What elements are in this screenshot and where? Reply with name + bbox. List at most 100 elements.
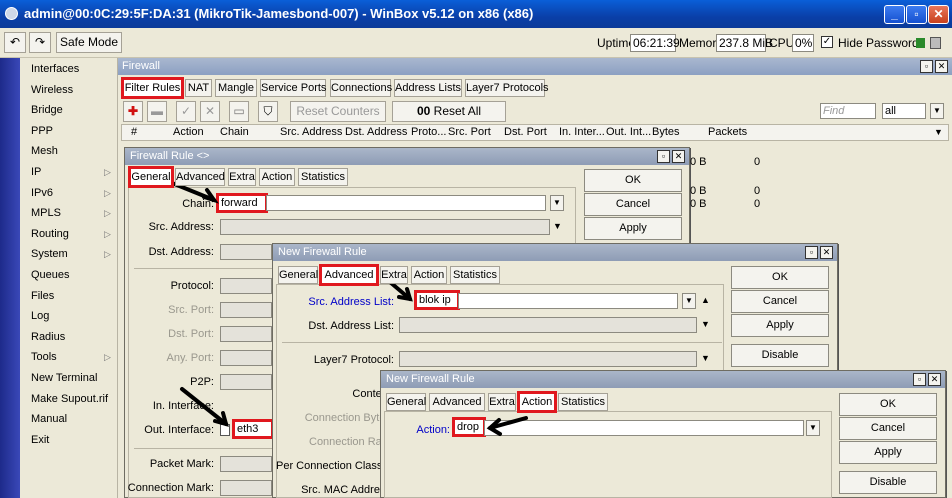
enable-rule-icon[interactable]: ✓ bbox=[176, 101, 196, 122]
dialog1-ok-button[interactable]: OK bbox=[584, 169, 682, 192]
sidebar-item-log[interactable]: Log bbox=[31, 310, 49, 322]
sidebar-item-ppp[interactable]: PPP bbox=[31, 125, 53, 137]
dialog1-maximize-button[interactable]: ▫ bbox=[657, 150, 670, 163]
dst-address-list-field[interactable] bbox=[399, 317, 697, 333]
sidebar-item-make-supout-rif[interactable]: Make Supout.rif bbox=[31, 393, 108, 405]
dst-address-field[interactable] bbox=[220, 244, 272, 260]
sidebar-item-routing[interactable]: Routing bbox=[31, 228, 69, 240]
dialog1-tab-extra[interactable]: Extra bbox=[228, 168, 256, 186]
sidebar-item-tools[interactable]: Tools bbox=[31, 351, 57, 363]
dialog1-apply-button[interactable]: Apply bbox=[584, 217, 682, 240]
dialog2-apply-button[interactable]: Apply bbox=[731, 314, 829, 337]
dialog2-disable-button[interactable]: Disable bbox=[731, 344, 829, 367]
firewall-close-button[interactable]: ✕ bbox=[935, 60, 948, 73]
chain-dropdown-icon[interactable]: ▼ bbox=[550, 195, 564, 211]
out-interface-invert-checkbox[interactable] bbox=[220, 424, 230, 436]
disable-rule-icon[interactable]: ✕ bbox=[200, 101, 220, 122]
dialog1-tab-general[interactable]: General bbox=[128, 166, 174, 188]
hide-passwords-checkbox[interactable]: ✓ bbox=[821, 36, 833, 48]
sidebar-item-bridge[interactable]: Bridge bbox=[31, 104, 63, 116]
src-port-field[interactable] bbox=[220, 302, 272, 318]
dialog2-tab-general[interactable]: General bbox=[278, 266, 318, 284]
dialog2-close-button[interactable]: ✕ bbox=[820, 246, 833, 259]
sidebar-item-mpls[interactable]: MPLS bbox=[31, 207, 61, 219]
tab-service-ports[interactable]: Service Ports bbox=[260, 79, 326, 97]
src-address-list-dropdown-icon[interactable]: ▼ bbox=[682, 293, 696, 309]
sidebar-item-radius[interactable]: Radius bbox=[31, 331, 65, 343]
action-field-extension[interactable] bbox=[484, 420, 804, 436]
dialog1-tab-action[interactable]: Action bbox=[259, 168, 295, 186]
dialog1-tab-advanced[interactable]: Advanced bbox=[175, 168, 225, 186]
sidebar-item-ip[interactable]: IP bbox=[31, 166, 41, 178]
tab-address-lists[interactable]: Address Lists bbox=[394, 79, 462, 97]
dialog3-maximize-button[interactable]: ▫ bbox=[913, 373, 926, 386]
dialog2-tab-statistics[interactable]: Statistics bbox=[450, 266, 500, 284]
layer7-protocol-field[interactable] bbox=[399, 351, 697, 367]
sidebar-item-interfaces[interactable]: Interfaces bbox=[31, 63, 79, 75]
remove-rule-icon[interactable]: ▬ bbox=[147, 101, 167, 122]
tab-nat[interactable]: NAT bbox=[185, 79, 212, 97]
tab-connections[interactable]: Connections bbox=[330, 79, 392, 97]
sidebar-item-new-terminal[interactable]: New Terminal bbox=[31, 372, 97, 384]
dialog3-disable-button[interactable]: Disable bbox=[839, 471, 937, 494]
sidebar-item-ipv6[interactable]: IPv6 bbox=[31, 187, 53, 199]
sidebar-item-manual[interactable]: Manual bbox=[31, 413, 67, 425]
sidebar-item-files[interactable]: Files bbox=[31, 290, 54, 302]
sidebar-item-exit[interactable]: Exit bbox=[31, 434, 49, 446]
p2p-field[interactable] bbox=[220, 374, 272, 390]
dialog3-cancel-button[interactable]: Cancel bbox=[839, 417, 937, 440]
connection-mark-field[interactable] bbox=[220, 480, 272, 496]
sidebar-item-queues[interactable]: Queues bbox=[31, 269, 70, 281]
comment-icon[interactable]: ▭ bbox=[229, 101, 249, 122]
dialog2-ok-button[interactable]: OK bbox=[731, 266, 829, 289]
dialog3-tab-extra[interactable]: Extra bbox=[488, 393, 516, 411]
out-interface-field[interactable]: eth3 bbox=[232, 419, 274, 439]
reset-counters-button[interactable]: Reset Counters bbox=[290, 101, 386, 122]
src-address-list-field-extension[interactable] bbox=[458, 293, 678, 309]
src-address-list-collapse-icon[interactable]: ▲ bbox=[701, 295, 710, 305]
minimize-button[interactable]: _ bbox=[884, 5, 905, 24]
dialog2-tab-advanced[interactable]: Advanced bbox=[319, 264, 379, 286]
dialog2-tab-action[interactable]: Action bbox=[411, 266, 447, 284]
reset-all-counters-button[interactable]: 00 Reset All Counters bbox=[392, 101, 506, 137]
dialog3-tab-advanced[interactable]: Advanced bbox=[429, 393, 485, 411]
action-dropdown-icon[interactable]: ▼ bbox=[806, 420, 820, 436]
action-field[interactable]: drop bbox=[452, 417, 486, 437]
sidebar-item-wireless[interactable]: Wireless bbox=[31, 84, 73, 96]
tab-mangle[interactable]: Mangle bbox=[215, 79, 257, 97]
dialog3-tab-general[interactable]: General bbox=[386, 393, 426, 411]
add-rule-icon[interactable]: ✚ bbox=[123, 101, 143, 122]
safe-mode-button[interactable]: Safe Mode bbox=[56, 32, 122, 53]
sidebar-item-mesh[interactable]: Mesh bbox=[31, 145, 58, 157]
dialog1-tab-statistics[interactable]: Statistics bbox=[298, 168, 348, 186]
chain-field-extension[interactable] bbox=[266, 195, 546, 211]
tab-filter-rules[interactable]: Filter Rules bbox=[121, 77, 184, 99]
maximize-button[interactable]: ▫ bbox=[906, 5, 927, 24]
chain-field[interactable]: forward bbox=[216, 193, 268, 213]
find-input[interactable]: Find bbox=[820, 103, 876, 119]
dialog2-cancel-button[interactable]: Cancel bbox=[731, 290, 829, 313]
dialog3-tab-action[interactable]: Action bbox=[517, 391, 557, 413]
src-address-field[interactable] bbox=[220, 219, 550, 235]
tab-layer7-protocols[interactable]: Layer7 Protocols bbox=[465, 79, 549, 97]
dialog3-tab-statistics[interactable]: Statistics bbox=[558, 393, 608, 411]
filter-dropdown-icon[interactable]: ▼ bbox=[930, 103, 944, 119]
columns-menu-icon[interactable]: ▼ bbox=[934, 127, 943, 137]
dialog2-maximize-button[interactable]: ▫ bbox=[805, 246, 818, 259]
filter-select[interactable]: all bbox=[882, 103, 926, 119]
dialog3-apply-button[interactable]: Apply bbox=[839, 441, 937, 464]
src-address-list-field[interactable]: blok ip bbox=[414, 290, 460, 310]
redo-button[interactable]: ↷ bbox=[29, 32, 51, 53]
src-address-dropdown-icon[interactable]: ▼ bbox=[553, 221, 562, 231]
dialog3-close-button[interactable]: ✕ bbox=[928, 373, 941, 386]
dialog1-close-button[interactable]: ✕ bbox=[672, 150, 685, 163]
close-window-button[interactable]: ✕ bbox=[928, 5, 949, 24]
undo-button[interactable]: ↶ bbox=[4, 32, 26, 53]
sidebar-item-system[interactable]: System bbox=[31, 248, 68, 260]
dst-port-field[interactable] bbox=[220, 326, 272, 342]
packet-mark-field[interactable] bbox=[220, 456, 272, 472]
any-port-field[interactable] bbox=[220, 350, 272, 366]
filter-icon[interactable]: ⛉ bbox=[258, 101, 278, 122]
dialog2-tab-extra[interactable]: Extra bbox=[380, 266, 408, 284]
dialog3-ok-button[interactable]: OK bbox=[839, 393, 937, 416]
